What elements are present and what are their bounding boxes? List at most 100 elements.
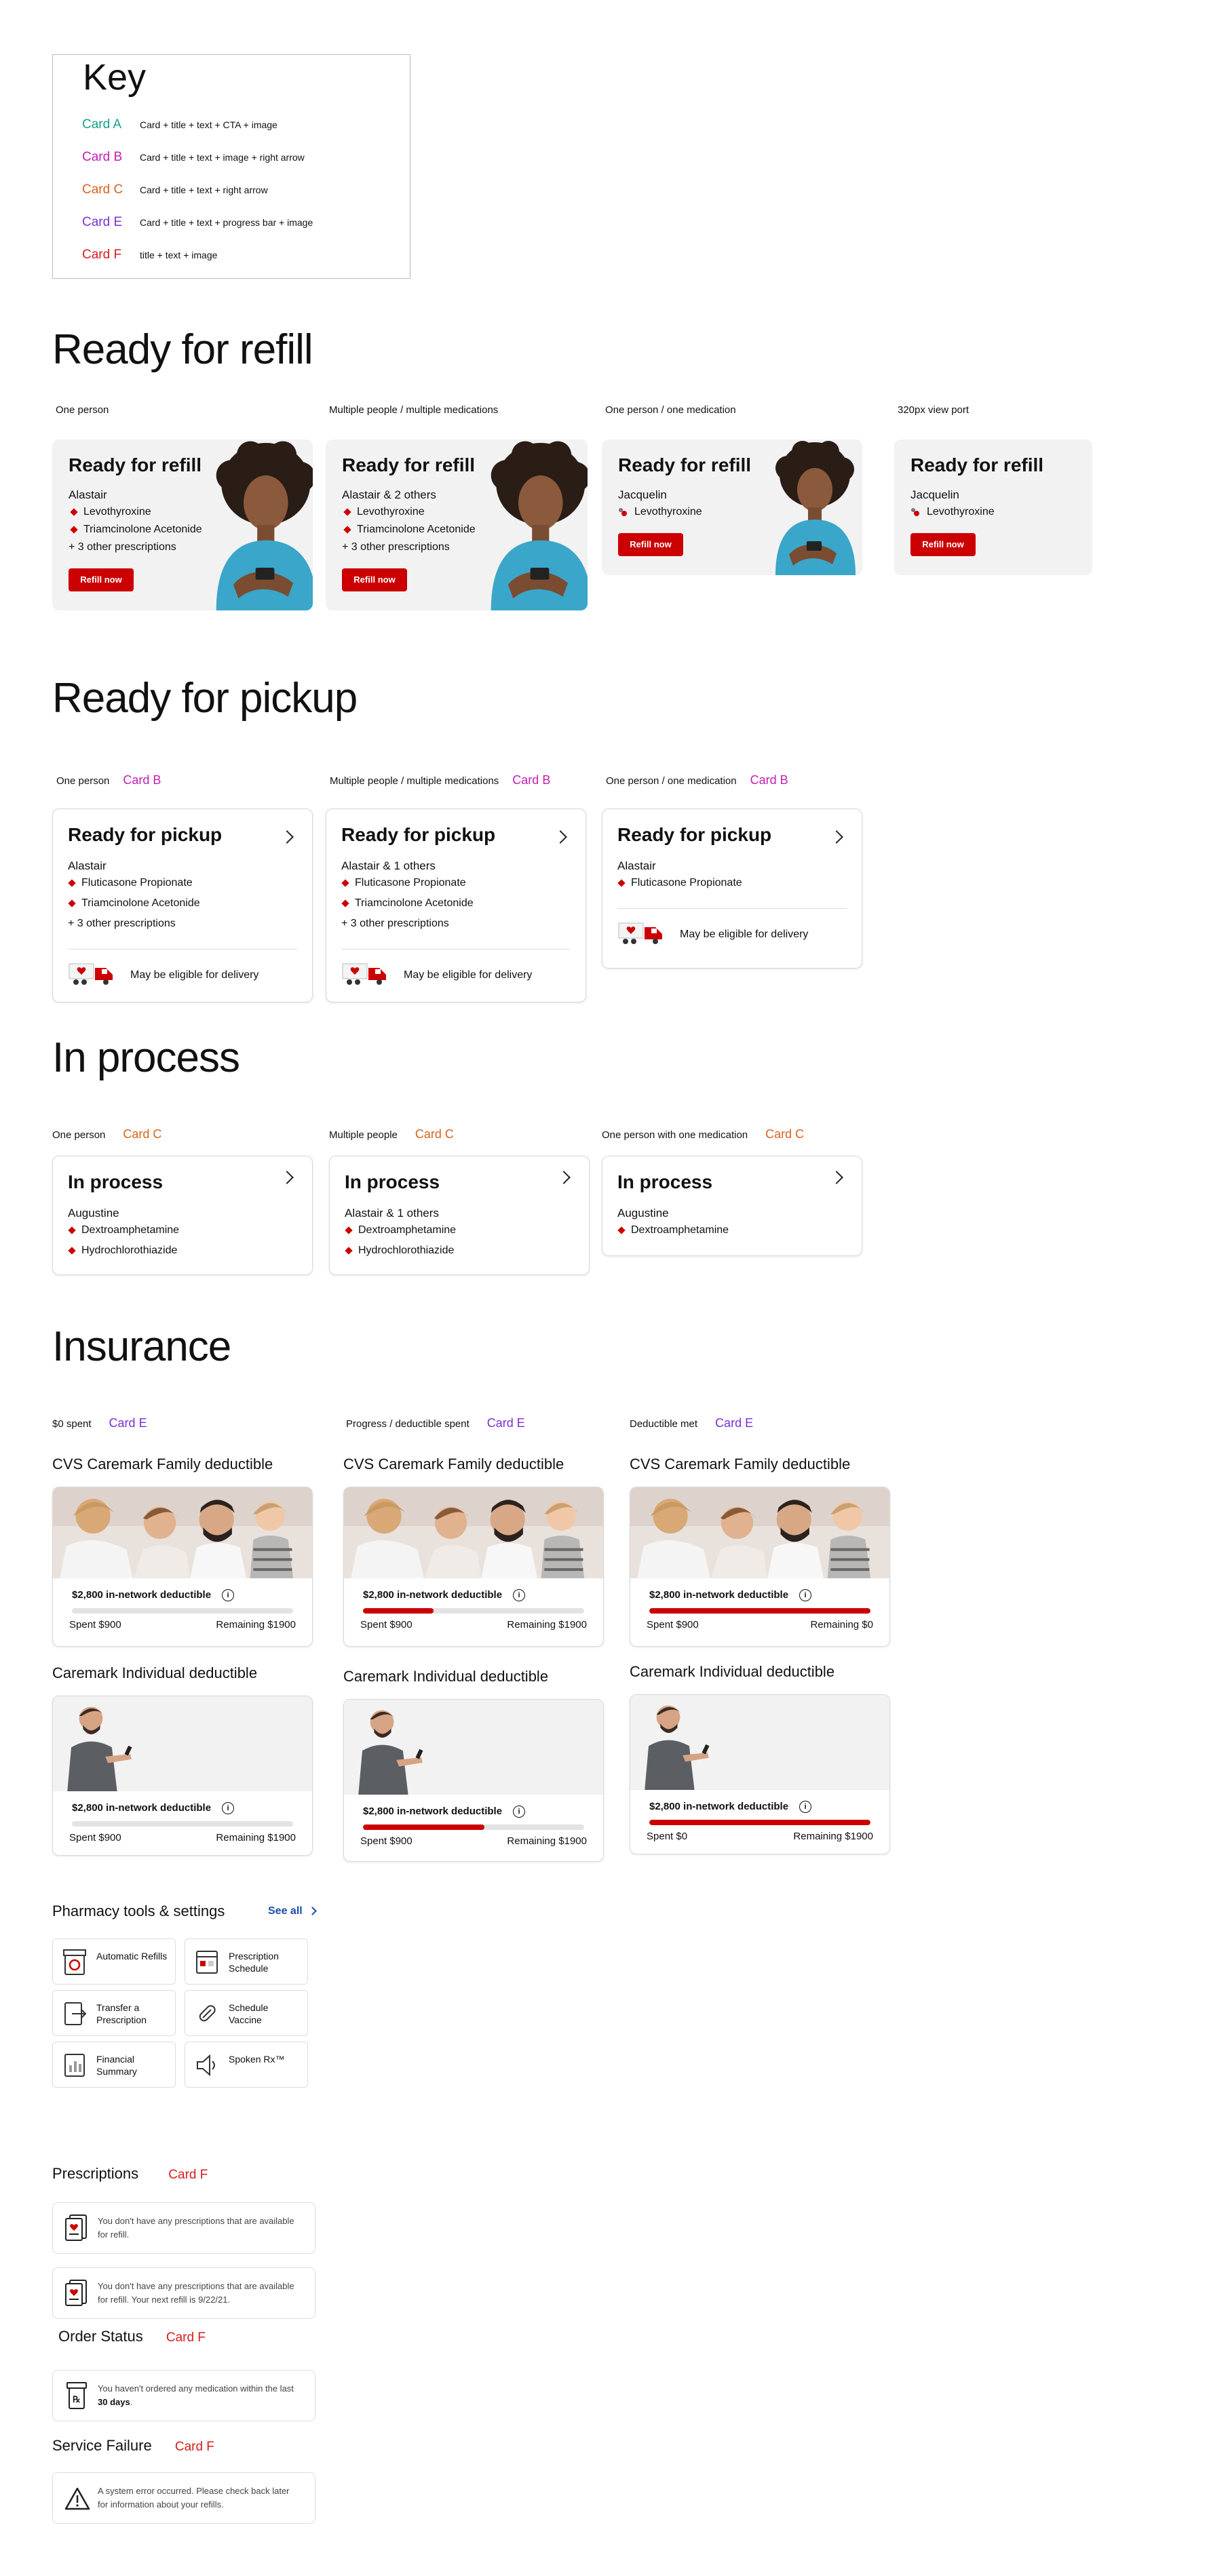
deductible-progress-bar bbox=[72, 1821, 293, 1827]
prescription-heart-icon bbox=[65, 2280, 87, 2306]
medication-name: Fluticasone Propionate bbox=[355, 877, 466, 889]
refill-card[interactable]: Ready for refill Jacquelin Levothyroxine Re… bbox=[894, 440, 1092, 575]
red-diamond-bullet bbox=[617, 1226, 626, 1234]
refill-more-prescriptions: + 3 other prescriptions bbox=[342, 541, 450, 553]
key-row: Card C Card + title + text + right arrow bbox=[82, 182, 401, 200]
info-icon[interactable]: i bbox=[222, 1589, 235, 1602]
refill-card[interactable]: Ready for refill Alastair & 2 others Levot… bbox=[326, 440, 588, 610]
remaining-amount: Remaining $0 bbox=[810, 1619, 873, 1631]
pickup-variant-label: One person / one medication bbox=[606, 775, 737, 787]
deductible-progress-bar bbox=[649, 1820, 870, 1825]
refill-card-person: Jacquelin bbox=[910, 488, 959, 501]
see-all-label: See all bbox=[268, 1905, 303, 1917]
red-diamond-bullet bbox=[617, 879, 626, 887]
red-diamond-bullet bbox=[345, 1226, 353, 1234]
pickup-card-person: Alastair bbox=[617, 859, 656, 872]
red-diamond-bullet bbox=[68, 899, 76, 908]
individual-deductible-card[interactable]: $2,800 in-network deductible i Spent $900 R… bbox=[52, 1696, 313, 1856]
service-failure-heading: Service Failure Card F bbox=[52, 2437, 214, 2455]
refill-bottle-icon bbox=[62, 1949, 87, 1976]
remaining-amount: Remaining $1900 bbox=[216, 1619, 296, 1631]
refill-card[interactable]: Ready for refill Jacquelin Levothyroxine Re… bbox=[602, 440, 862, 575]
deductible-label-row: $2,800 in-network deductible i bbox=[649, 1589, 812, 1602]
divider bbox=[341, 949, 571, 950]
key-row: Card E Card + title + text + progress bar… bbox=[82, 215, 401, 233]
tool-spoken-rx[interactable]: Spoken Rx™ bbox=[185, 2042, 308, 2088]
service-failure-card: A system error occurred. Please check ba… bbox=[52, 2472, 315, 2524]
family-deductible-card[interactable]: $2,800 in-network deductible i Spent $900 R… bbox=[630, 1487, 890, 1647]
chevron-right-icon[interactable] bbox=[554, 830, 567, 844]
info-icon[interactable]: i bbox=[222, 1802, 235, 1815]
red-diamond-bullet bbox=[70, 526, 78, 534]
key-card-description: Card + title + text + image + right arro… bbox=[140, 152, 305, 163]
see-all-link[interactable]: See all bbox=[268, 1905, 318, 1917]
info-icon[interactable]: i bbox=[799, 1801, 812, 1814]
bar-chart-icon bbox=[62, 2052, 87, 2079]
chevron-right-icon[interactable] bbox=[280, 830, 294, 844]
medication-name: Levothyroxine bbox=[634, 506, 702, 518]
deductible-progress-fill bbox=[649, 1608, 870, 1614]
refill-now-button[interactable]: Refill now bbox=[342, 568, 407, 591]
red-diamond-bullet bbox=[68, 1226, 76, 1234]
tool-schedule-vaccine[interactable]: Schedule Vaccine bbox=[185, 1990, 308, 2036]
delivery-truck bbox=[341, 961, 389, 990]
refill-card-title: Ready for refill bbox=[342, 454, 476, 475]
inprocess-card[interactable]: In process Alastair & 1 others Dextroamphe… bbox=[329, 1156, 590, 1275]
chevron-right-icon[interactable] bbox=[830, 1171, 843, 1184]
tools-heading: Pharmacy tools & settings bbox=[52, 1902, 225, 1919]
pickup-card[interactable]: Ready for pickup Alastair & 1 others Fluti… bbox=[326, 808, 586, 1002]
tool-label: Schedule Vaccine bbox=[229, 2002, 269, 2025]
insurance-section-title: Insurance bbox=[52, 1323, 231, 1370]
prescriptions-next-refill-card: You don't have any prescriptions that ar… bbox=[52, 2267, 315, 2319]
pickup-card[interactable]: Ready for pickup Alastair Fluticasone Prop… bbox=[602, 808, 862, 969]
insurance-variant-header: Deductible met Card E bbox=[630, 1416, 753, 1430]
inprocess-card-person: Augustine bbox=[68, 1207, 119, 1219]
refill-card[interactable]: Ready for refill Alastair Levothyroxine Tri… bbox=[52, 440, 313, 610]
tool-prescription-schedule[interactable]: Prescription Schedule bbox=[185, 1938, 308, 1985]
spent-amount: Spent $900 bbox=[69, 1619, 121, 1631]
pickup-card-tag: Card B bbox=[512, 773, 551, 787]
chevron-right-icon[interactable] bbox=[280, 1171, 294, 1184]
key-card-label: Card A bbox=[82, 117, 122, 132]
tool-automatic-refills[interactable]: Automatic Refills bbox=[52, 1938, 176, 1985]
deductible-progress-bar bbox=[649, 1608, 870, 1614]
red-diamond-bullet bbox=[68, 879, 76, 887]
key-panel: Key Card A Card + title + text + CTA + im… bbox=[52, 54, 410, 279]
man-with-phone-photo bbox=[53, 1696, 312, 1791]
family-photo bbox=[630, 1487, 889, 1580]
refill-now-button[interactable]: Refill now bbox=[69, 568, 134, 591]
individual-deductible-heading: Caremark Individual deductible bbox=[52, 1664, 258, 1681]
inprocess-card[interactable]: In process Augustine Dextroamphetamine bbox=[602, 1156, 862, 1256]
deductible-progress-bar bbox=[72, 1608, 293, 1614]
info-icon[interactable]: i bbox=[799, 1589, 812, 1602]
deductible-label: $2,800 in-network deductible bbox=[363, 1806, 503, 1817]
medication-item: Levothyroxine bbox=[70, 506, 151, 518]
family-deductible-card[interactable]: $2,800 in-network deductible i Spent $900 R… bbox=[52, 1487, 313, 1647]
refill-card-person: Alastair & 2 others bbox=[342, 488, 436, 501]
chevron-right-icon[interactable] bbox=[557, 1171, 571, 1184]
refill-card-title: Ready for refill bbox=[910, 454, 1044, 475]
individual-deductible-card[interactable]: $2,800 in-network deductible i Spent $900 R… bbox=[343, 1699, 604, 1862]
pickup-card[interactable]: Ready for pickup Alastair Fluticasone Prop… bbox=[52, 808, 313, 1002]
info-icon[interactable]: i bbox=[513, 1589, 526, 1602]
red-diamond-bullet bbox=[343, 526, 351, 534]
tool-transfer-prescription[interactable]: Transfer a Prescription bbox=[52, 1990, 176, 2036]
chevron-right-icon[interactable] bbox=[830, 830, 843, 844]
key-card-label: Card C bbox=[82, 182, 123, 197]
order-status-msg-post: . bbox=[130, 2397, 133, 2407]
family-deductible-card[interactable]: $2,800 in-network deductible i Spent $900 R… bbox=[343, 1487, 604, 1647]
individual-deductible-card[interactable]: $2,800 in-network deductible i Spent $0 Rem… bbox=[630, 1694, 890, 1854]
refill-now-button[interactable]: Refill now bbox=[910, 533, 976, 556]
info-icon[interactable]: i bbox=[513, 1806, 526, 1818]
refill-section-title: Ready for refill bbox=[52, 326, 313, 373]
insurance-variant-header: $0 spent Card E bbox=[52, 1416, 147, 1430]
refill-now-button[interactable]: Refill now bbox=[618, 533, 683, 556]
tool-label: Spoken Rx™ bbox=[229, 2054, 285, 2065]
family-photo bbox=[344, 1487, 603, 1580]
family-photo bbox=[53, 1487, 312, 1580]
man-with-phone-photo bbox=[344, 1700, 603, 1795]
medication-item: Triamcinolone Acetonide bbox=[341, 897, 474, 910]
inprocess-card[interactable]: In process Augustine Dextroamphetamine Hydr… bbox=[52, 1156, 313, 1275]
tool-financial-summary[interactable]: Financial Summary bbox=[52, 2042, 176, 2088]
inprocess-variant-header: One person with one medication Card C bbox=[602, 1127, 804, 1141]
